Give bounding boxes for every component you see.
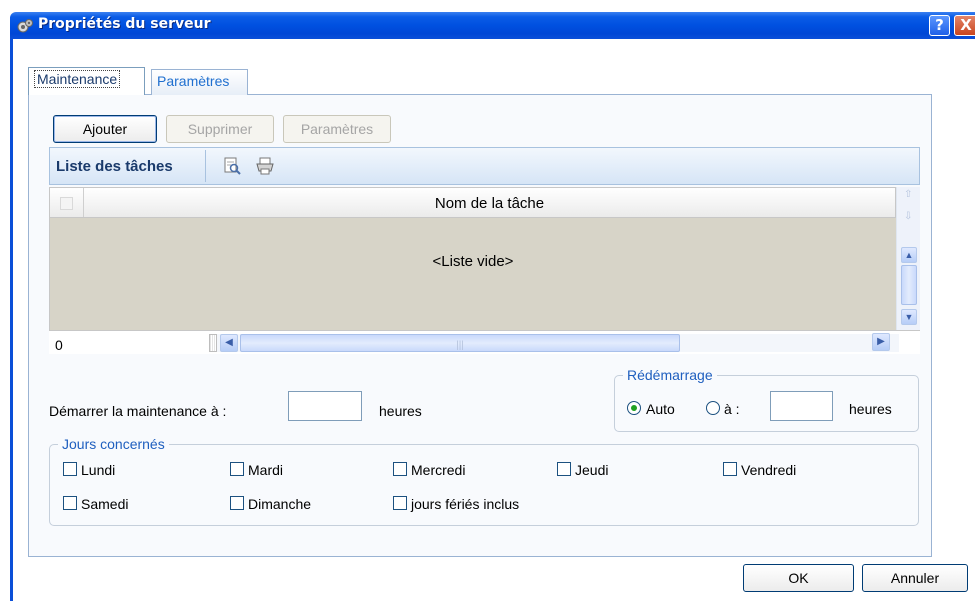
scroll-up-arrow-icon[interactable]: ▲ (901, 247, 917, 263)
help-button[interactable]: ? (929, 15, 950, 36)
parameters-button[interactable]: Paramètres (283, 115, 391, 143)
column-resize-grip[interactable] (209, 334, 217, 352)
checkbox-mercredi[interactable] (393, 462, 407, 476)
header-separator (205, 150, 206, 182)
checkbox-vendredi-label[interactable]: Vendredi (741, 462, 796, 478)
checkbox-samedi-label[interactable]: Samedi (81, 496, 128, 512)
scroll-down-arrow-icon[interactable]: ▼ (901, 309, 917, 325)
checkbox-holidays-label[interactable]: jours fériés inclus (411, 496, 519, 512)
start-hour-input[interactable] (288, 391, 362, 421)
tab-maintenance-label: Maintenance (34, 70, 121, 88)
checkbox-vendredi[interactable] (723, 462, 737, 476)
days-legend: Jours concernés (62, 436, 165, 452)
radio-at-label[interactable]: à : (724, 401, 740, 417)
scroll-right-arrow-icon[interactable]: ▶ (872, 333, 890, 351)
move-up-icon: ⇧ (904, 189, 913, 200)
delete-button[interactable]: Supprimer (166, 115, 274, 143)
checkbox-holidays[interactable] (393, 496, 407, 510)
start-maintenance-label: Démarrer la maintenance à : (49, 403, 227, 419)
server-properties-dialog: Propriétés du serveur ? X Maintenance Pa… (0, 0, 975, 601)
select-all-checkbox[interactable] (60, 197, 73, 210)
tab-parametres-label: Paramètres (157, 73, 230, 89)
ok-button[interactable]: OK (743, 564, 854, 592)
checkbox-mardi[interactable] (230, 462, 244, 476)
checkbox-jeudi[interactable] (557, 462, 571, 476)
days-group: Jours concernés (49, 436, 919, 526)
preview-icon[interactable] (222, 156, 242, 176)
tab-parametres[interactable]: Paramètres (151, 69, 248, 95)
radio-auto[interactable] (627, 401, 641, 415)
move-down-icon: ⇩ (904, 211, 913, 222)
cancel-button[interactable]: Annuler (862, 564, 968, 592)
checkbox-dimanche[interactable] (230, 496, 244, 510)
checkbox-dimanche-label[interactable]: Dimanche (248, 496, 311, 512)
checkbox-mardi-label[interactable]: Mardi (248, 462, 283, 478)
radio-auto-label[interactable]: Auto (646, 401, 675, 417)
vertical-scrollbar[interactable]: ⇧ ⇩ ▲ ▼ (896, 187, 920, 330)
empty-list-text: <Liste vide> (432, 253, 514, 270)
server-gear-icon (17, 19, 33, 33)
column-header-row: Nom de la tâche (49, 187, 896, 218)
list-footer: 0 ◀ ||| (49, 330, 920, 354)
restart-legend: Rédémarrage (627, 367, 713, 383)
task-list-body[interactable]: <Liste vide> (49, 218, 896, 330)
horizontal-scroll-thumb[interactable]: ||| (240, 334, 680, 352)
checkbox-lundi-label[interactable]: Lundi (81, 462, 115, 478)
restart-group: Rédémarrage (614, 367, 919, 432)
task-count: 0 (55, 337, 63, 353)
column-header-task-name[interactable]: Nom de la tâche (84, 195, 895, 212)
scroll-left-arrow-icon[interactable]: ◀ (220, 334, 238, 352)
checkbox-mercredi-label[interactable]: Mercredi (411, 462, 465, 478)
task-list-title: Liste des tâches (56, 158, 173, 175)
checkbox-samedi[interactable] (63, 496, 77, 510)
add-button[interactable]: Ajouter (53, 115, 157, 143)
horizontal-scrollbar[interactable]: ◀ ||| (209, 334, 899, 352)
close-button[interactable]: X (954, 15, 975, 36)
restart-hours-unit: heures (849, 401, 892, 417)
start-hours-unit: heures (379, 403, 422, 419)
title-bar[interactable]: Propriétés du serveur ? X (10, 12, 975, 39)
tab-maintenance[interactable]: Maintenance (28, 67, 145, 95)
checkbox-lundi[interactable] (63, 462, 77, 476)
radio-at[interactable] (706, 401, 720, 415)
window-title: Propriétés du serveur (38, 16, 211, 32)
print-icon[interactable] (255, 156, 275, 176)
window-frame (10, 39, 13, 601)
vertical-scroll-thumb[interactable] (901, 265, 917, 305)
task-list-header: Liste des tâches (49, 147, 920, 185)
checkbox-jeudi-label[interactable]: Jeudi (575, 462, 608, 478)
restart-hour-input[interactable] (770, 391, 833, 421)
